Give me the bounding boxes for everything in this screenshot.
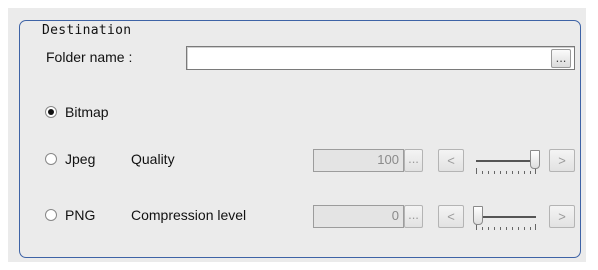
save-options-panel: Destination Folder name : ... Bitmap Jpe… bbox=[8, 8, 586, 262]
quality-slider-thumb bbox=[530, 150, 540, 169]
compression-ellipsis-label: ... bbox=[408, 207, 419, 222]
quality-slider bbox=[472, 148, 540, 176]
quality-value-field: 100 bbox=[313, 149, 404, 172]
compression-level-label: Compression level bbox=[131, 207, 247, 223]
quality-slider-ticks bbox=[476, 168, 536, 174]
compression-slider-ticks bbox=[476, 224, 536, 230]
compression-decrease-button: < bbox=[438, 205, 464, 228]
quality-ellipsis-label: ... bbox=[408, 151, 419, 166]
compression-decrease-label: < bbox=[447, 209, 455, 224]
compression-slider-track bbox=[476, 216, 536, 218]
browse-folder-label: ... bbox=[555, 50, 567, 65]
radio-bitmap-dot bbox=[48, 109, 54, 115]
quality-decrease-label: < bbox=[447, 153, 455, 168]
compression-increase-label: > bbox=[558, 209, 566, 224]
compression-slider-thumb bbox=[473, 206, 483, 225]
radio-jpeg[interactable] bbox=[45, 153, 57, 165]
browse-folder-button[interactable]: ... bbox=[551, 49, 571, 68]
quality-value: 100 bbox=[377, 152, 399, 167]
quality-slider-track bbox=[476, 160, 536, 162]
compression-ellipsis-button: ... bbox=[404, 205, 423, 228]
destination-legend: Destination bbox=[40, 23, 136, 39]
png-label: PNG bbox=[65, 207, 96, 223]
quality-label: Quality bbox=[131, 151, 175, 167]
compression-increase-button: > bbox=[549, 205, 575, 228]
folder-name-label: Folder name : bbox=[46, 49, 133, 65]
quality-increase-label: > bbox=[558, 153, 566, 168]
quality-ellipsis-button: ... bbox=[404, 149, 423, 172]
radio-png[interactable] bbox=[45, 209, 57, 221]
bitmap-label: Bitmap bbox=[65, 104, 109, 120]
folder-name-input[interactable] bbox=[186, 46, 575, 70]
quality-decrease-button: < bbox=[438, 149, 464, 172]
quality-increase-button: > bbox=[549, 149, 575, 172]
jpeg-label: Jpeg bbox=[65, 151, 96, 167]
compression-slider bbox=[472, 204, 540, 232]
compression-value-field: 0 bbox=[313, 205, 404, 228]
compression-value: 0 bbox=[391, 208, 399, 223]
radio-bitmap[interactable] bbox=[45, 106, 57, 118]
